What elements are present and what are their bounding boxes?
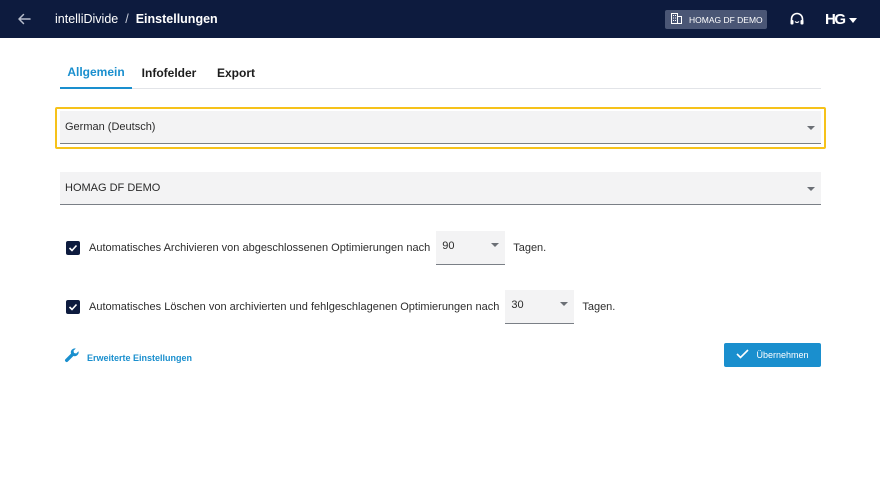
advanced-settings-link[interactable]: Erweiterte Einstellungen [64,347,192,368]
advanced-settings-label: Erweiterte Einstellungen [87,352,193,363]
logo-text: HG [825,11,846,28]
breadcrumb: intelliDivide / Einstellungen [55,12,218,26]
auto-delete-days-select[interactable]: 30 [505,290,575,324]
chevron-down-icon [491,243,500,247]
breadcrumb-separator: / [125,12,129,26]
page-title: Einstellungen [135,12,218,26]
breadcrumb-app[interactable]: intelliDivide [55,12,118,26]
auto-archive-row: Automatisches Archivieren von abgeschlos… [66,231,546,265]
checkmark-icon [736,346,750,364]
auto-archive-suffix: Tagen. [513,242,547,254]
chevron-down-icon [848,11,857,29]
company-logo-menu[interactable]: HG [825,11,857,28]
chevron-down-icon [807,187,815,191]
chevron-down-icon [560,302,569,306]
auto-delete-row: Automatisches Löschen von archivierten u… [66,290,615,324]
company-badge[interactable]: HOMAG DF DEMO [665,10,767,29]
chevron-down-icon [807,126,815,130]
auto-archive-days-select[interactable]: 90 [436,231,506,265]
settings-tabs: Allgemein Infofelder Export [60,56,821,89]
apply-button-label: Übernehmen [756,350,809,360]
company-select[interactable]: HOMAG DF DEMO [60,172,821,205]
wrench-icon [64,347,80,368]
auto-archive-days-value: 90 [442,240,455,252]
auto-archive-checkbox[interactable] [66,241,80,255]
building-icon [671,13,682,26]
company-select-value: HOMAG DF DEMO [65,182,161,194]
tab-export[interactable]: Export [211,56,261,89]
company-badge-label: HOMAG DF DEMO [689,14,763,25]
tab-allgemein[interactable]: Allgemein [60,56,132,89]
back-arrow-icon[interactable] [14,9,34,29]
top-bar: intelliDivide / Einstellungen HOMAG DF DEM… [0,0,880,38]
apply-button[interactable]: Übernehmen [724,343,821,367]
language-select-value: German (Deutsch) [65,121,156,133]
auto-archive-label: Automatisches Archivieren von abgeschlos… [89,242,431,254]
headset-icon[interactable] [789,11,805,27]
tab-infofelder[interactable]: Infofelder [138,56,200,89]
auto-delete-label: Automatisches Löschen von archivierten u… [89,301,500,313]
checkmark-icon [68,303,78,311]
checkmark-icon [68,244,78,252]
auto-delete-days-value: 30 [511,299,524,311]
language-select[interactable]: German (Deutsch) [60,111,821,144]
auto-delete-checkbox[interactable] [66,300,80,314]
auto-delete-suffix: Tagen. [582,301,616,313]
